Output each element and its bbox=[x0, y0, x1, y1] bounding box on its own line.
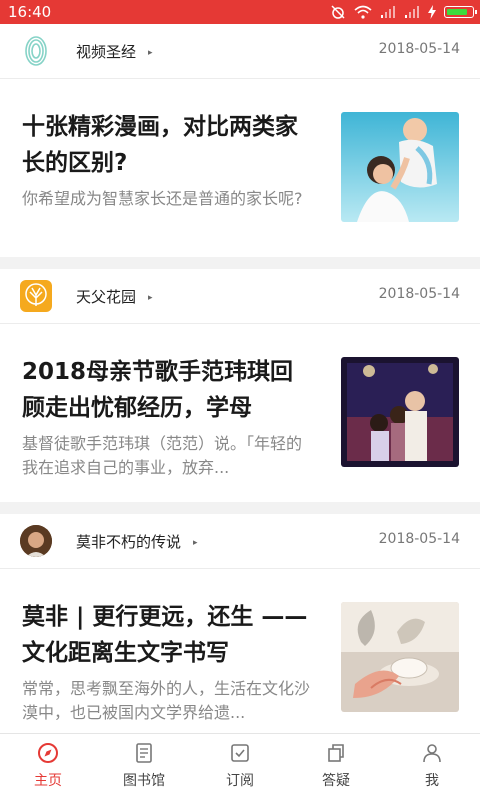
tab-library[interactable]: 图书馆 bbox=[96, 734, 192, 800]
article-body[interactable]: 十张精彩漫画，对比两类家长的区别? 你希望成为智慧家长还是普通的家长呢? bbox=[0, 79, 480, 257]
signal-icon-2 bbox=[405, 6, 419, 18]
author-name[interactable]: 莫非不朽的传说 ▸ bbox=[76, 531, 198, 552]
tab-me[interactable]: 我 bbox=[384, 734, 480, 800]
alarm-off-icon bbox=[331, 5, 345, 19]
article-card: 天父花园 ▸ 2018-05-14 2018母亲节歌手范玮琪回顾走出忧郁经历，学母… bbox=[0, 269, 480, 502]
article-summary: 你希望成为智慧家长还是普通的家长呢? bbox=[22, 189, 303, 208]
article-title[interactable]: 莫非 | 更行更远，还生 ——文化距离生文字书写 bbox=[22, 599, 314, 671]
tab-subscribe[interactable]: 订阅 bbox=[192, 734, 288, 800]
article-thumbnail[interactable] bbox=[341, 602, 459, 712]
article-body[interactable]: 2018母亲节歌手范玮琪回顾走出忧郁经历，学母 基督徒歌手范玮琪（范范）说。｢年… bbox=[0, 324, 480, 502]
article-card: 视频圣经 ▸ 2018-05-14 十张精彩漫画，对比两类家长的区别? 你希望成为… bbox=[0, 24, 480, 257]
triangle-right-icon: ▸ bbox=[148, 293, 153, 303]
author-name[interactable]: 天父花园 ▸ bbox=[76, 286, 153, 307]
tab-label: 答疑 bbox=[322, 773, 350, 789]
article-title[interactable]: 十张精彩漫画，对比两类家长的区别? bbox=[22, 109, 314, 181]
tab-label: 图书馆 bbox=[123, 773, 165, 789]
article-thumbnail[interactable] bbox=[341, 112, 459, 222]
triangle-right-icon: ▸ bbox=[148, 48, 153, 58]
author-avatar[interactable] bbox=[20, 525, 52, 557]
article-body[interactable]: 莫非 | 更行更远，还生 ——文化距离生文字书写 常常，思考飘至海外的人，生活在… bbox=[0, 569, 480, 734]
person-icon bbox=[423, 744, 441, 763]
bottom-tab-bar: 主页 图书馆 订阅 答疑 我 bbox=[0, 733, 480, 800]
triangle-right-icon: ▸ bbox=[193, 538, 198, 548]
article-date: 2018-05-14 bbox=[378, 286, 460, 302]
tab-qa[interactable]: 答疑 bbox=[288, 734, 384, 800]
article-card-header[interactable]: 视频圣经 ▸ 2018-05-14 bbox=[0, 24, 480, 79]
fingerprint-avatar[interactable] bbox=[20, 35, 52, 67]
tab-label: 订阅 bbox=[226, 773, 254, 789]
tab-label: 我 bbox=[425, 773, 439, 789]
article-summary: 常常，思考飘至海外的人，生活在文化沙漠中，也已被国内文学界给遗... bbox=[22, 679, 311, 722]
tree-logo-avatar[interactable] bbox=[20, 280, 52, 312]
tab-label: 主页 bbox=[34, 773, 62, 789]
copy-icon bbox=[328, 744, 344, 762]
compass-icon bbox=[38, 743, 58, 763]
article-feed: 视频圣经 ▸ 2018-05-14 十张精彩漫画，对比两类家长的区别? 你希望成为… bbox=[0, 24, 480, 734]
article-date: 2018-05-14 bbox=[378, 41, 460, 57]
author-name[interactable]: 视频圣经 ▸ bbox=[76, 41, 153, 62]
subscribe-check-icon bbox=[231, 744, 249, 762]
article-card-header[interactable]: 莫非不朽的传说 ▸ 2018-05-14 bbox=[0, 514, 480, 569]
signal-icon bbox=[381, 6, 395, 18]
status-time: 16:40 bbox=[8, 3, 52, 21]
charging-icon bbox=[428, 5, 436, 19]
status-icons bbox=[330, 4, 477, 20]
status-bar: 16:40 bbox=[0, 0, 480, 24]
wifi-icon bbox=[354, 5, 372, 19]
book-icon bbox=[136, 743, 152, 763]
article-date: 2018-05-14 bbox=[378, 531, 460, 547]
tab-home[interactable]: 主页 bbox=[0, 734, 96, 800]
article-thumbnail[interactable] bbox=[341, 357, 459, 467]
article-summary: 基督徒歌手范玮琪（范范）说。｢年轻的我在追求自己的事业，放弃... bbox=[22, 434, 303, 477]
article-card: 莫非不朽的传说 ▸ 2018-05-14 莫非 | 更行更远，还生 ——文化距离生… bbox=[0, 514, 480, 734]
article-card-header[interactable]: 天父花园 ▸ 2018-05-14 bbox=[0, 269, 480, 324]
battery-icon bbox=[444, 6, 477, 18]
article-title[interactable]: 2018母亲节歌手范玮琪回顾走出忧郁经历，学母 bbox=[22, 354, 314, 426]
